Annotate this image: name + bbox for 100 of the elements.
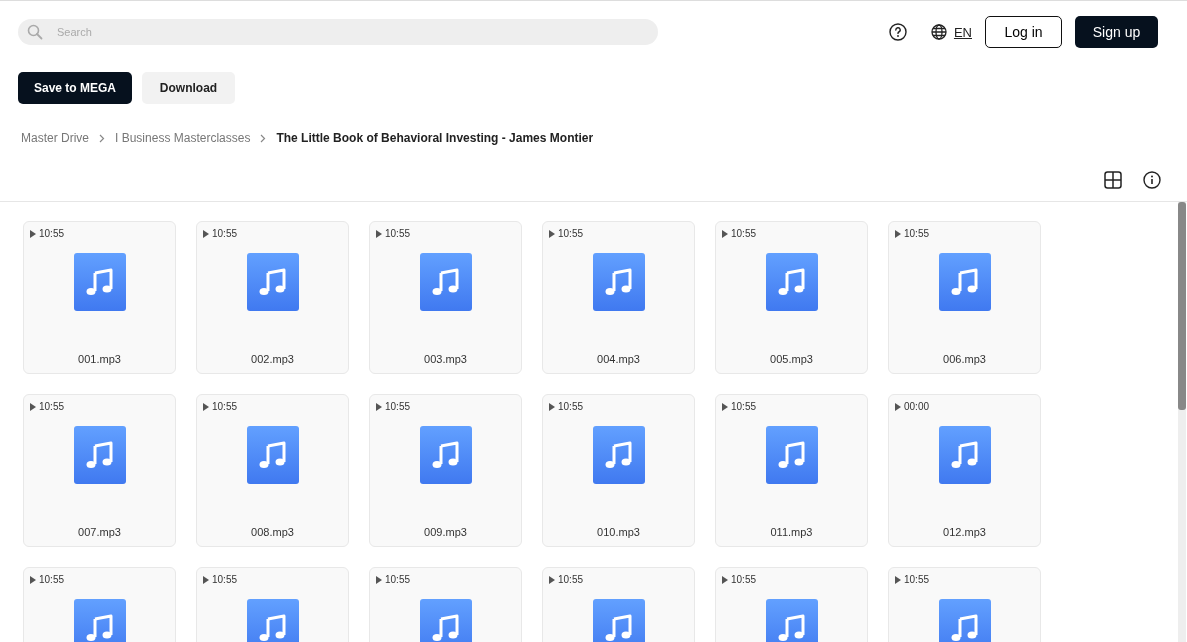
chevron-icon (260, 133, 267, 143)
file-name: 005.mp3 (770, 353, 813, 365)
music-file-icon (246, 599, 299, 642)
scrollbar[interactable] (1178, 202, 1186, 642)
music-file-icon (419, 599, 472, 642)
file-card[interactable]: 10:55 007.mp3 (23, 394, 176, 547)
file-name: 003.mp3 (424, 353, 467, 365)
music-file-icon (592, 253, 645, 311)
duration-label: 10:55 (904, 574, 930, 585)
music-file-icon (765, 599, 818, 642)
save-button[interactable]: Save to MEGA (18, 72, 132, 104)
duration-label: 10:55 (731, 228, 757, 239)
download-button[interactable]: Download (142, 72, 235, 104)
file-card[interactable]: 10:55 003.mp3 (369, 221, 522, 374)
duration-label: 10:55 (39, 574, 65, 585)
file-card[interactable]: 00:00 012.mp3 (888, 394, 1041, 547)
music-file-icon (73, 599, 126, 642)
play-icon (30, 402, 36, 411)
play-icon (722, 229, 728, 238)
breadcrumb-link[interactable]: Master Drive (21, 131, 89, 145)
duration-label: 10:55 (385, 401, 411, 412)
play-icon (30, 575, 36, 584)
file-name: 010.mp3 (597, 526, 640, 538)
duration-label: 10:55 (731, 574, 757, 585)
language-link[interactable]: EN (953, 24, 972, 40)
music-file-icon (765, 253, 818, 311)
music-file-icon (419, 426, 472, 484)
duration-label: 10:55 (212, 574, 238, 585)
duration-label: 10:55 (558, 401, 584, 412)
login-button[interactable]: Log in (985, 16, 1062, 48)
play-icon (203, 229, 209, 238)
file-card[interactable]: 10:55 011.mp3 (715, 394, 868, 547)
play-icon (895, 575, 901, 584)
play-icon (376, 229, 382, 238)
file-card[interactable]: 10:55 001.mp3 (23, 221, 176, 374)
play-icon (549, 575, 555, 584)
music-file-icon (938, 426, 991, 484)
play-icon (376, 402, 382, 411)
file-card[interactable]: 10:55 005.mp3 (715, 221, 868, 374)
play-icon (722, 575, 728, 584)
file-card[interactable]: 10:55 (23, 567, 176, 642)
duration-label: 10:55 (39, 401, 65, 412)
music-file-icon (73, 426, 126, 484)
file-card[interactable]: 10:55 009.mp3 (369, 394, 522, 547)
file-name: 004.mp3 (597, 353, 640, 365)
duration-label: 10:55 (731, 401, 757, 412)
file-card[interactable]: 10:55 (196, 567, 349, 642)
file-name: 012.mp3 (943, 526, 986, 538)
file-card[interactable]: 10:55 (888, 567, 1041, 642)
file-card[interactable]: 10:55 (542, 567, 695, 642)
file-name: 002.mp3 (251, 353, 294, 365)
file-card[interactable]: 10:55 (715, 567, 868, 642)
file-card[interactable]: 10:55 010.mp3 (542, 394, 695, 547)
grid-view-icon[interactable] (1104, 171, 1122, 189)
help-icon[interactable] (888, 23, 907, 41)
play-icon (722, 402, 728, 411)
search-field[interactable]: Search (18, 19, 658, 45)
breadcrumb-link[interactable]: I Business Masterclasses (115, 131, 251, 145)
duration-label: 10:55 (385, 228, 411, 239)
duration-label: 10:55 (558, 228, 584, 239)
duration-label: 10:55 (212, 228, 238, 239)
music-file-icon (938, 253, 991, 311)
play-icon (549, 402, 555, 411)
duration-label: 00:00 (904, 401, 930, 412)
chevron-icon (99, 133, 105, 143)
file-name: 006.mp3 (943, 353, 986, 365)
music-file-icon (938, 599, 991, 642)
music-file-icon (592, 426, 645, 484)
file-card[interactable]: 10:55 002.mp3 (196, 221, 349, 374)
music-file-icon (765, 426, 818, 484)
music-file-icon (592, 599, 645, 642)
play-icon (203, 402, 209, 411)
file-name: 009.mp3 (424, 526, 467, 538)
play-icon (30, 229, 36, 238)
file-name: 001.mp3 (78, 353, 121, 365)
music-file-icon (419, 253, 472, 311)
file-name: 011.mp3 (770, 526, 813, 538)
play-icon (895, 402, 901, 411)
music-file-icon (73, 253, 126, 311)
duration-label: 10:55 (558, 574, 584, 585)
music-file-icon (246, 426, 299, 484)
music-file-icon (246, 253, 299, 311)
file-name: 008.mp3 (251, 526, 294, 538)
play-icon (376, 575, 382, 584)
duration-label: 10:55 (904, 228, 930, 239)
info-icon[interactable] (1143, 171, 1161, 189)
breadcrumb-link[interactable]: The Little Book of Behavioral Investing - James Montier (276, 131, 594, 145)
file-card[interactable]: 10:55 008.mp3 (196, 394, 349, 547)
file-card[interactable]: 10:55 006.mp3 (888, 221, 1041, 374)
duration-label: 10:55 (39, 228, 65, 239)
file-name: 007.mp3 (78, 526, 121, 538)
play-icon (549, 229, 555, 238)
duration-label: 10:55 (385, 574, 411, 585)
file-card[interactable]: 10:55 (369, 567, 522, 642)
duration-label: 10:55 (212, 401, 238, 412)
globe-icon[interactable] (930, 24, 947, 40)
file-card[interactable]: 10:55 004.mp3 (542, 221, 695, 374)
play-icon (203, 575, 209, 584)
signup-button[interactable]: Sign up (1075, 16, 1158, 48)
play-icon (895, 229, 901, 238)
